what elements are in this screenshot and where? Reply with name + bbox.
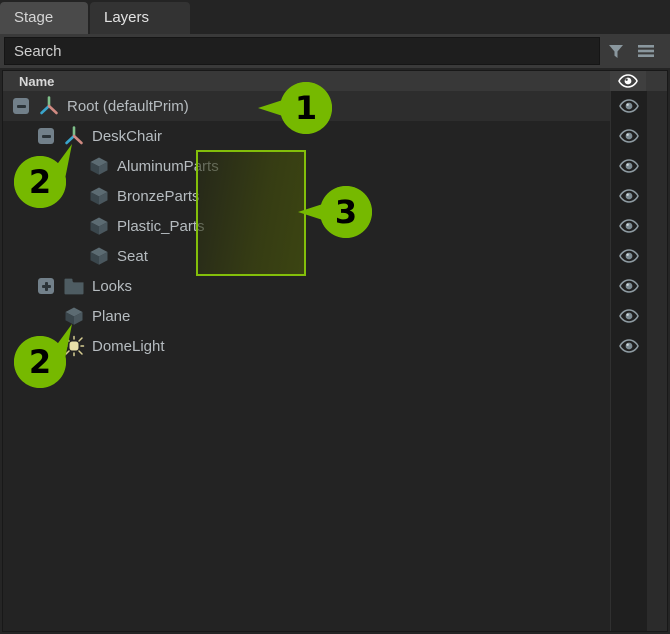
tree-row-label: DomeLight bbox=[92, 337, 165, 355]
tree-row-label: Looks bbox=[92, 277, 133, 295]
visibility-toggle-eye-icon[interactable] bbox=[611, 151, 647, 181]
mesh-cube-icon bbox=[62, 304, 86, 328]
tab-stage[interactable]: Stage bbox=[0, 2, 88, 34]
visibility-toggle-eye-icon[interactable] bbox=[611, 121, 647, 151]
tree-row-label: Seat bbox=[117, 247, 148, 265]
tree-row-plane[interactable]: Plane bbox=[3, 301, 610, 331]
mesh-cube-icon bbox=[87, 244, 111, 268]
tab-stage-label: Stage bbox=[14, 9, 54, 26]
collapse-button[interactable] bbox=[38, 128, 54, 144]
tree-row-expander-spacer bbox=[63, 188, 79, 204]
visibility-toggle-eye-icon[interactable] bbox=[611, 211, 647, 241]
tree-row-label: DeskChair bbox=[92, 127, 163, 145]
expander-horizontal-bar bbox=[41, 134, 51, 138]
tree-row-plastic-parts[interactable]: Plastic_Parts bbox=[3, 211, 610, 241]
tree-row-label: BronzeParts bbox=[117, 187, 200, 205]
visibility-toggle-eye-icon[interactable] bbox=[611, 91, 647, 121]
tree-row-expander-spacer bbox=[63, 158, 79, 174]
tree-row-expander-spacer bbox=[63, 248, 79, 264]
tree-row-expander-spacer bbox=[38, 308, 54, 324]
expander-vertical-bar bbox=[44, 281, 48, 291]
stage-tree-panel: Name Root (defaultPrim) DeskChair Aluminum… bbox=[2, 70, 668, 632]
mesh-cube-icon bbox=[87, 184, 111, 208]
panel-tab-strip: Stage Layers bbox=[0, 0, 670, 34]
stage-panel: Stage Layers Search Name Root (defaultPr… bbox=[0, 0, 670, 634]
search-toolbar: Search bbox=[0, 34, 670, 68]
mesh-cube-icon bbox=[87, 154, 111, 178]
tree-row-expander-spacer bbox=[63, 218, 79, 234]
expander-horizontal-bar bbox=[16, 104, 26, 108]
tab-layers-label: Layers bbox=[104, 9, 150, 26]
tree-row-domelight[interactable]: DomeLight bbox=[3, 331, 610, 361]
visibility-toggle-eye-icon[interactable] bbox=[611, 301, 647, 331]
column-header-name: Name bbox=[19, 73, 55, 89]
tree-row-label: AluminumParts bbox=[117, 157, 219, 175]
visibility-toggle-eye-icon[interactable] bbox=[611, 271, 647, 301]
folder-icon bbox=[62, 274, 86, 298]
visibility-toggle-eye-icon[interactable] bbox=[611, 331, 647, 361]
vertical-scrollbar-track[interactable] bbox=[647, 91, 667, 631]
expand-button[interactable] bbox=[38, 278, 54, 294]
xform-axis-icon bbox=[62, 124, 86, 148]
tree-row-aluminumparts[interactable]: AluminumParts bbox=[3, 151, 610, 181]
visibility-toggle-eye-icon[interactable] bbox=[611, 181, 647, 211]
tree-row-looks[interactable]: Looks bbox=[3, 271, 610, 301]
visibility-column bbox=[610, 91, 647, 631]
tree-header-row: Name bbox=[3, 71, 667, 91]
tree-row-root-defaultprim[interactable]: Root (defaultPrim) bbox=[3, 91, 610, 121]
filter-funnel-icon[interactable] bbox=[602, 36, 630, 66]
search-placeholder: Search bbox=[14, 42, 62, 60]
tree-row-label: Root (defaultPrim) bbox=[67, 97, 189, 115]
tree-rows-container: Root (defaultPrim) DeskChair AluminumParts… bbox=[3, 91, 610, 631]
dome-light-icon bbox=[62, 334, 86, 358]
xform-axis-icon bbox=[37, 94, 61, 118]
column-header-visibility-eye-icon[interactable] bbox=[610, 71, 646, 91]
tree-row-label: Plastic_Parts bbox=[117, 217, 205, 235]
tree-row-seat[interactable]: Seat bbox=[3, 241, 610, 271]
tree-row-bronzeparts[interactable]: BronzeParts bbox=[3, 181, 610, 211]
search-input[interactable]: Search bbox=[4, 37, 600, 65]
tree-row-deskchair[interactable]: DeskChair bbox=[3, 121, 610, 151]
tree-row-label: Plane bbox=[92, 307, 131, 325]
tab-layers[interactable]: Layers bbox=[90, 2, 190, 34]
collapse-button[interactable] bbox=[13, 98, 29, 114]
visibility-toggle-eye-icon[interactable] bbox=[611, 241, 647, 271]
tree-row-expander-spacer bbox=[38, 338, 54, 354]
mesh-cube-icon bbox=[87, 214, 111, 238]
hamburger-menu-icon[interactable] bbox=[632, 36, 660, 66]
